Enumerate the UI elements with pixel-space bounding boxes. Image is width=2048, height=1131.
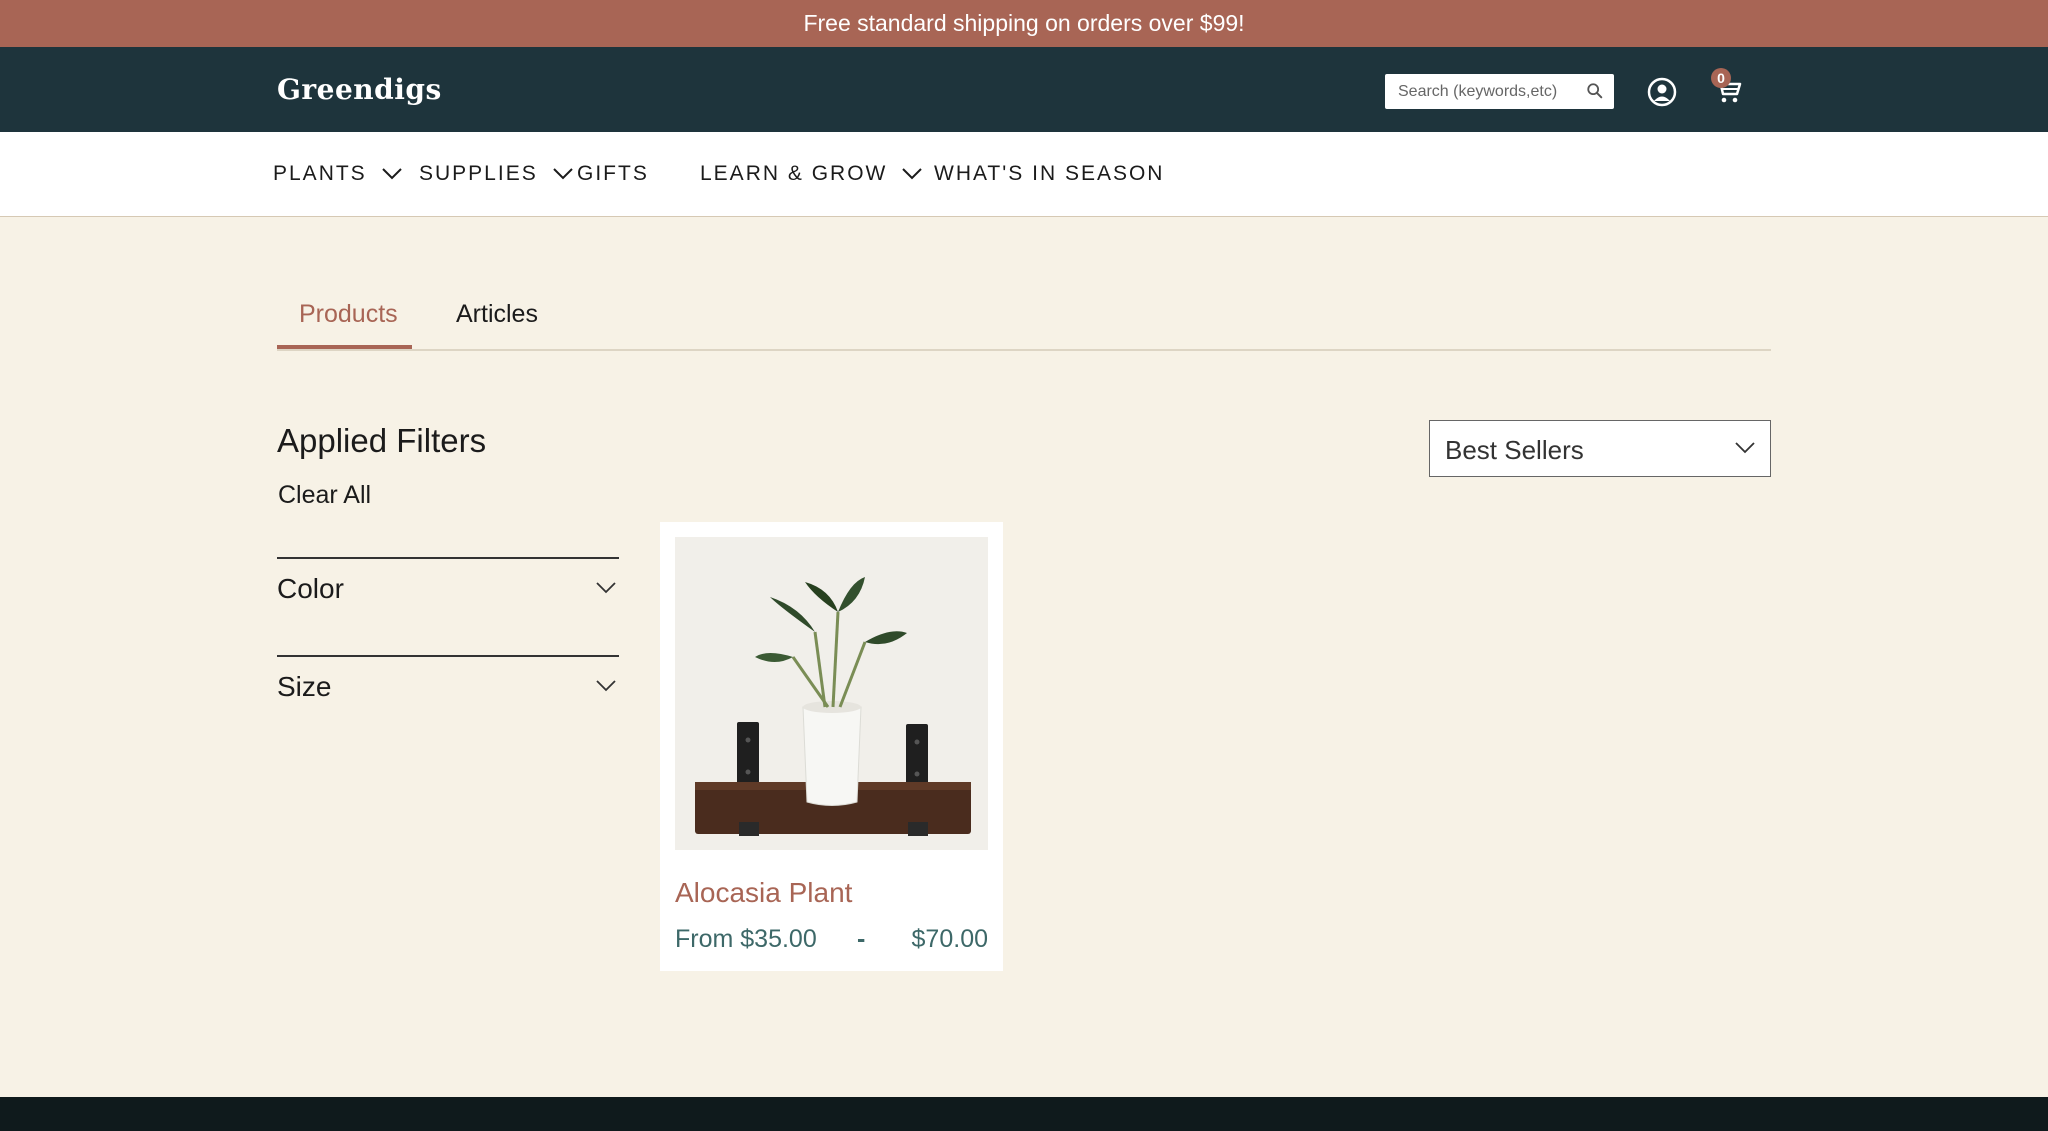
chevron-down-icon	[596, 680, 616, 692]
nav-plants-label: PLANTS	[273, 162, 367, 185]
price-to: $70.00	[911, 925, 988, 953]
chevron-down-icon	[381, 168, 402, 180]
applied-filters-title: Applied Filters	[277, 422, 487, 459]
sort-selected-value: Best Sellers	[1445, 435, 1584, 465]
chevron-down-icon	[1735, 442, 1755, 454]
search-icon[interactable]	[1586, 82, 1604, 100]
filter-color-label: Color	[277, 573, 344, 604]
promo-text: Free standard shipping on orders over $9…	[803, 10, 1245, 36]
product-name[interactable]: Alocasia Plant	[675, 877, 852, 909]
search-box	[1385, 74, 1614, 109]
site-header: Greendigs 0	[0, 47, 2048, 132]
nav-whats-in-season[interactable]: WHAT'S IN SEASON	[934, 162, 1164, 186]
filter-color[interactable]: Color	[277, 557, 619, 655]
cart-count-badge: 0	[1711, 68, 1731, 88]
tab-articles[interactable]: Articles	[434, 300, 560, 349]
nav-gifts[interactable]: GIFTS	[577, 162, 649, 186]
site-footer	[0, 1097, 2048, 1131]
price-separator: -	[857, 925, 866, 953]
filter-size-label: Size	[277, 671, 332, 702]
tab-products[interactable]: Products	[277, 300, 412, 349]
product-card[interactable]: Alocasia Plant From $35.00 - $70.00	[660, 522, 1003, 971]
search-input[interactable]	[1385, 74, 1575, 109]
product-image[interactable]	[675, 537, 988, 850]
nav-whats-in-season-label: WHAT'S IN SEASON	[934, 162, 1165, 185]
chevron-down-icon	[553, 168, 573, 180]
results-tabs: Products Articles	[277, 290, 1771, 351]
nav-gifts-label: GIFTS	[577, 162, 649, 185]
nav-plants[interactable]: PLANTS	[273, 162, 403, 186]
filter-size[interactable]: Size	[277, 655, 619, 753]
logo[interactable]: Greendigs	[277, 73, 442, 106]
chevron-down-icon	[902, 168, 923, 180]
sort-dropdown[interactable]: Best Sellers	[1429, 420, 1771, 477]
promo-banner: Free standard shipping on orders over $9…	[0, 0, 2048, 47]
main-nav: PLANTS SUPPLIES GIFTS LEARN & GROW WHAT'…	[0, 132, 2048, 217]
nav-learn-grow[interactable]: LEARN & GROW	[700, 162, 923, 186]
price-from: From $35.00	[675, 925, 817, 953]
nav-learn-grow-label: LEARN & GROW	[700, 162, 888, 185]
nav-supplies-label: SUPPLIES	[419, 162, 538, 185]
account-icon[interactable]	[1647, 77, 1677, 107]
clear-all-link[interactable]: Clear All	[278, 481, 371, 510]
nav-supplies[interactable]: SUPPLIES	[419, 162, 574, 186]
chevron-down-icon	[596, 582, 616, 594]
